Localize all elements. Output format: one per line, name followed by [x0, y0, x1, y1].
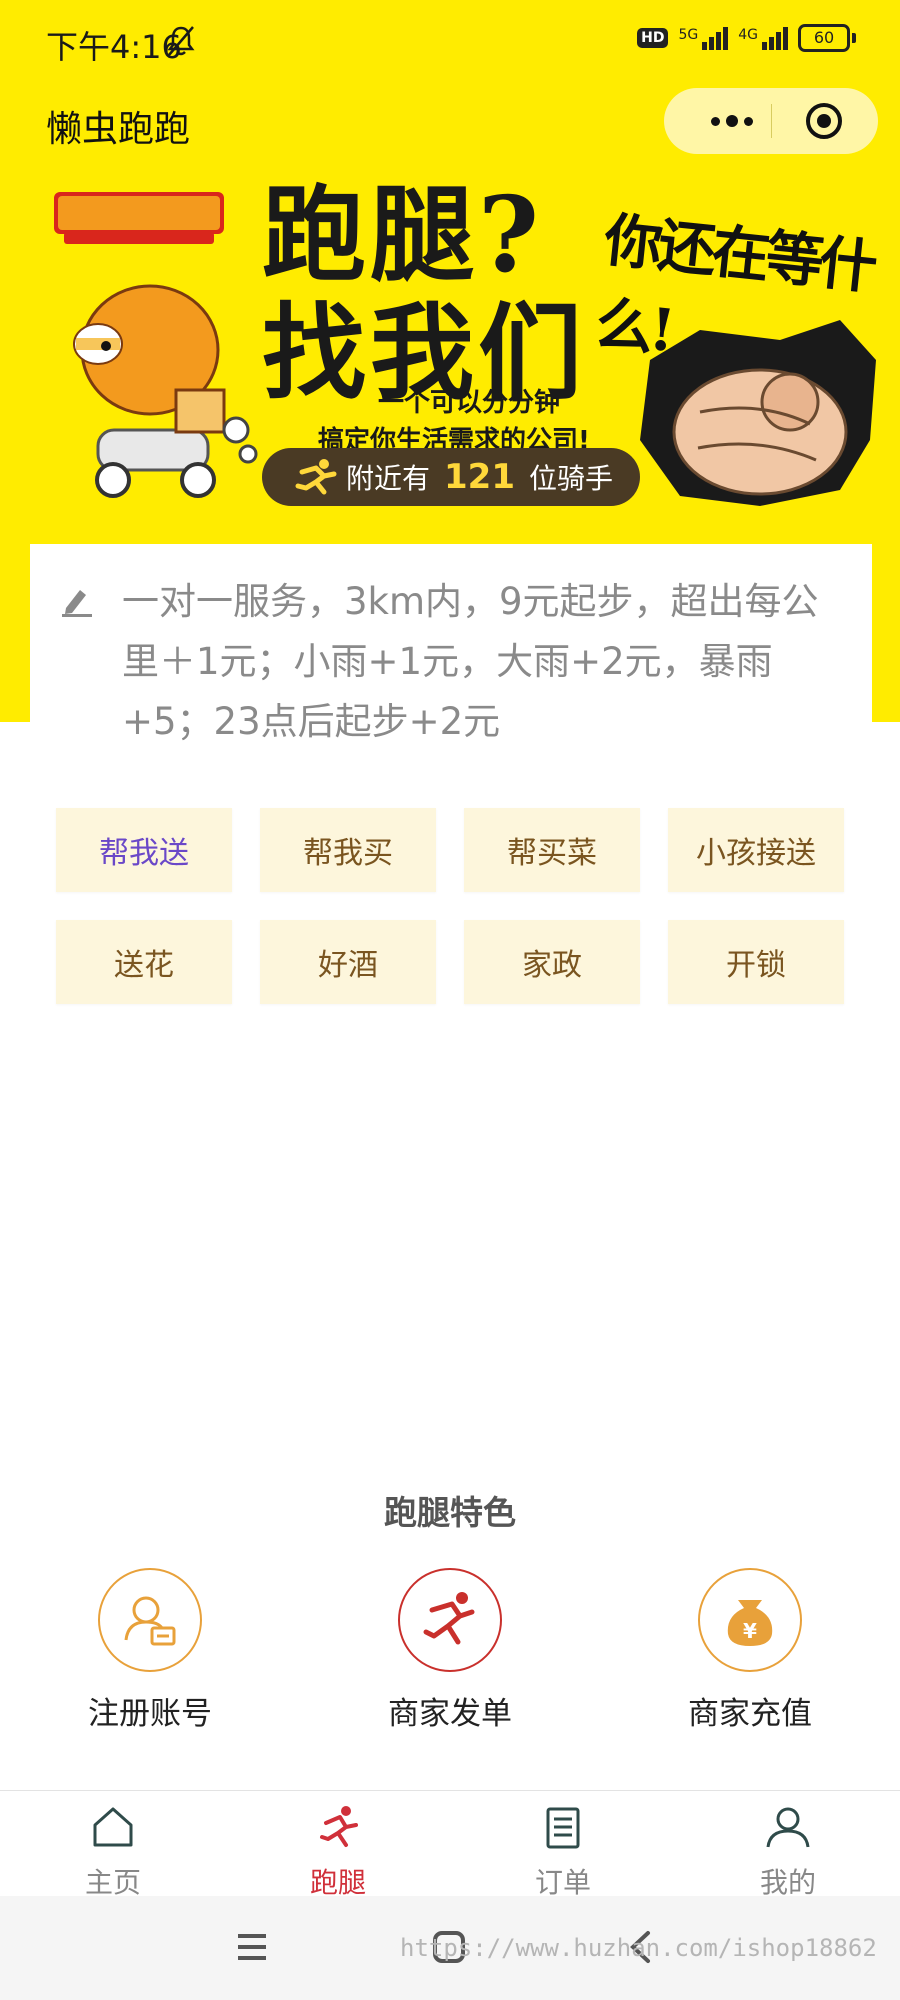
- service-button-wine[interactable]: 好酒: [260, 920, 436, 1004]
- promo-banner[interactable]: 跑腿? 找我们 一个可以分分钟 搞定你生活需求的公司! 你还在等什么! 附近有 …: [0, 170, 900, 510]
- tab-home[interactable]: 主页: [33, 1803, 193, 1901]
- menu-icon[interactable]: [236, 1932, 268, 1962]
- net-label-4g: 4G: [738, 26, 758, 43]
- user-icon: [766, 1807, 810, 1848]
- runner-icon: [295, 459, 337, 495]
- battery-level: 60: [798, 24, 850, 52]
- service-grid: 帮我送 帮我买 帮买菜 小孩接送 送花 好酒 家政 开锁: [56, 808, 844, 1004]
- tab-mine[interactable]: 我的: [708, 1803, 868, 1901]
- tab-errand[interactable]: 跑腿: [258, 1803, 418, 1901]
- riders-suffix: 位骑手: [529, 462, 614, 495]
- bell-muted-icon: [167, 26, 195, 56]
- order-list-icon: [546, 1807, 580, 1849]
- watermark-text: https://www.huzhan.com/ishop18862: [400, 1934, 877, 1962]
- nearby-riders-badge: 附近有 121 位骑手: [262, 448, 640, 506]
- headline-line-1: 跑腿?: [262, 173, 543, 296]
- status-indicators: HD 5G 4G 60: [637, 24, 856, 52]
- banner-headline: 跑腿? 找我们: [262, 176, 586, 412]
- pointing-fist-illustration: [640, 320, 876, 506]
- service-button-bang-wo-mai[interactable]: 帮我买: [260, 808, 436, 892]
- runner-icon: [320, 1806, 358, 1847]
- service-button-bang-mai-cai[interactable]: 帮买菜: [464, 808, 640, 892]
- service-button-flowers[interactable]: 送花: [56, 920, 232, 1004]
- money-bag-icon: ¥: [698, 1568, 802, 1672]
- feature-label: 商家发单: [388, 1696, 512, 1732]
- capsule-divider: [771, 104, 772, 138]
- feature-label: 商家充值: [688, 1696, 812, 1732]
- runner-icon: [398, 1568, 502, 1672]
- features-title: 跑腿特色: [384, 1493, 516, 1532]
- service-button-child-pickup[interactable]: 小孩接送: [668, 808, 844, 892]
- riders-prefix: 附近有: [346, 462, 431, 495]
- pricing-notice-text: 一对一服务，3km内，9元起步，超出每公里＋1元；小雨+1元，大雨+2元，暴雨+…: [122, 580, 819, 743]
- signal-4g-icon: 4G: [738, 26, 788, 50]
- signal-5g-icon: 5G: [678, 26, 729, 50]
- service-button-bang-wo-song[interactable]: 帮我送: [56, 808, 232, 892]
- mascot-illustration: [73, 284, 258, 498]
- order-notice-card[interactable]: 一对一服务，3km内，9元起步，超出每公里＋1元；小雨+1元，大雨+2元，暴雨+…: [30, 544, 872, 744]
- close-target-icon[interactable]: [804, 101, 844, 141]
- brand-logo: [54, 192, 224, 244]
- hd-badge: HD: [637, 28, 669, 48]
- mini-program-capsule: [664, 88, 878, 154]
- tab-label: 跑腿: [309, 1866, 366, 1899]
- user-card-icon: [98, 1568, 202, 1672]
- status-bar: 下午4:16 HD 5G 4G 60: [0, 0, 900, 84]
- tab-orders[interactable]: 订单: [483, 1803, 643, 1901]
- feature-merchant-recharge[interactable]: ¥ 商家充值: [640, 1568, 860, 1733]
- svg-text:¥: ¥: [743, 1619, 757, 1643]
- tab-label: 订单: [534, 1866, 591, 1899]
- net-label-5g: 5G: [678, 26, 699, 43]
- feature-label: 注册账号: [88, 1696, 212, 1732]
- status-time: 下午4:16: [46, 28, 182, 66]
- tab-label: 主页: [84, 1866, 141, 1899]
- bottom-tab-bar: 主页 跑腿 订单 我的: [0, 1790, 900, 1899]
- home-icon: [93, 1807, 133, 1847]
- tab-label: 我的: [759, 1866, 816, 1899]
- battery-icon: 60: [798, 24, 856, 52]
- pencil-icon: [62, 590, 92, 617]
- page-title: 懒虫跑跑: [46, 109, 191, 150]
- more-icon[interactable]: [692, 88, 772, 154]
- service-button-locksmith[interactable]: 开锁: [668, 920, 844, 1004]
- riders-count: 121: [444, 457, 515, 497]
- feature-register-account[interactable]: 注册账号: [40, 1568, 260, 1733]
- feature-merchant-order[interactable]: 商家发单: [340, 1568, 560, 1733]
- system-navigation-bar: https://www.huzhan.com/ishop18862: [0, 1896, 900, 2000]
- banner-subline-1: 一个可以分分钟: [378, 388, 561, 418]
- service-button-housekeeping[interactable]: 家政: [464, 920, 640, 1004]
